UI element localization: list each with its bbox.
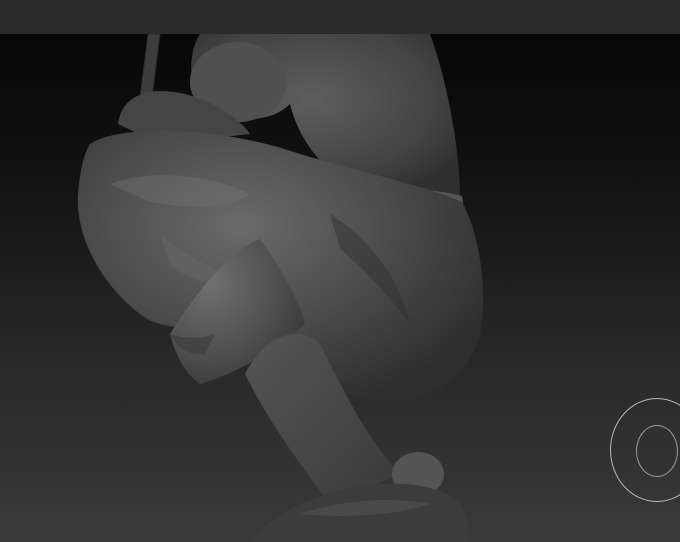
sculpt-model <box>77 34 484 542</box>
top-toolbar <box>0 0 680 35</box>
gizmo-inner-ring[interactable] <box>636 425 678 477</box>
3d-viewport[interactable] <box>0 34 680 542</box>
navigation-rotate-icon[interactable] <box>610 398 680 502</box>
sculpting-app <box>0 0 680 542</box>
